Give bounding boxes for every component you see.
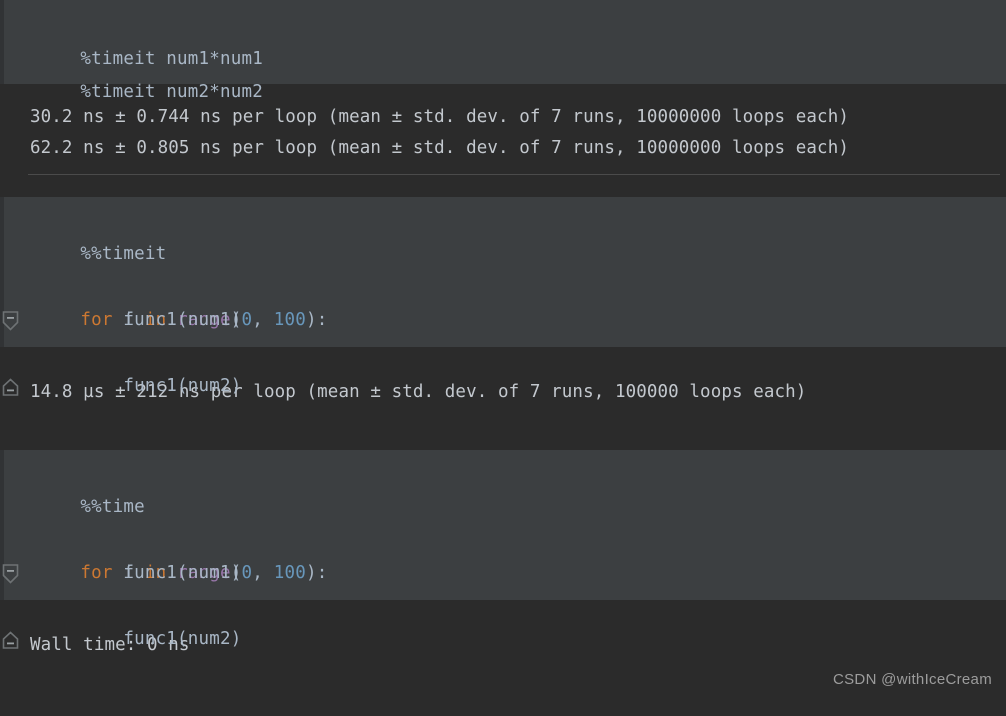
code-cell-1[interactable]: %timeit num1*num1 %timeit num2*num2 — [0, 0, 1006, 102]
code-line[interactable]: func1(num2) — [0, 304, 1006, 396]
code-line[interactable]: for i in range(0, 100): — [0, 491, 1006, 584]
code-line[interactable]: func1(num2) — [0, 557, 1006, 649]
code-cell-3[interactable]: %%time for i in range(0, 100): func1(num… — [0, 450, 1006, 649]
fold-collapse-icon[interactable] — [2, 244, 19, 331]
code-token: func1(num2) — [80, 376, 242, 396]
watermark: CSDN @withIceCream — [833, 671, 992, 688]
code-token: %timeit num2*num2 — [80, 82, 263, 102]
output-line: 62.2 ns ± 0.805 ns per loop (mean ± std.… — [30, 138, 849, 158]
code-line[interactable]: %timeit num1*num1 — [0, 10, 1006, 69]
fold-region-end-icon[interactable] — [2, 310, 19, 396]
fold-collapse-icon[interactable] — [2, 497, 19, 584]
notebook-root: %timeit num1*num1 %timeit num2*num2 30.2… — [0, 0, 1006, 700]
code-line[interactable]: %timeit num2*num2 — [0, 43, 1006, 102]
code-line[interactable]: func1(num1) — [0, 271, 1006, 330]
fold-region-end-icon[interactable] — [2, 563, 19, 649]
code-line[interactable]: for i in range(0, 100): — [0, 238, 1006, 331]
cell-gap — [0, 175, 1006, 197]
code-line[interactable]: func1(num1) — [0, 524, 1006, 583]
code-line[interactable]: %%time — [0, 458, 1006, 517]
code-cell-2[interactable]: %%timeit for i in range(0, 100): func1(n… — [0, 197, 1006, 396]
code-token: func1(num2) — [80, 629, 242, 649]
code-line[interactable]: %%timeit — [0, 205, 1006, 264]
